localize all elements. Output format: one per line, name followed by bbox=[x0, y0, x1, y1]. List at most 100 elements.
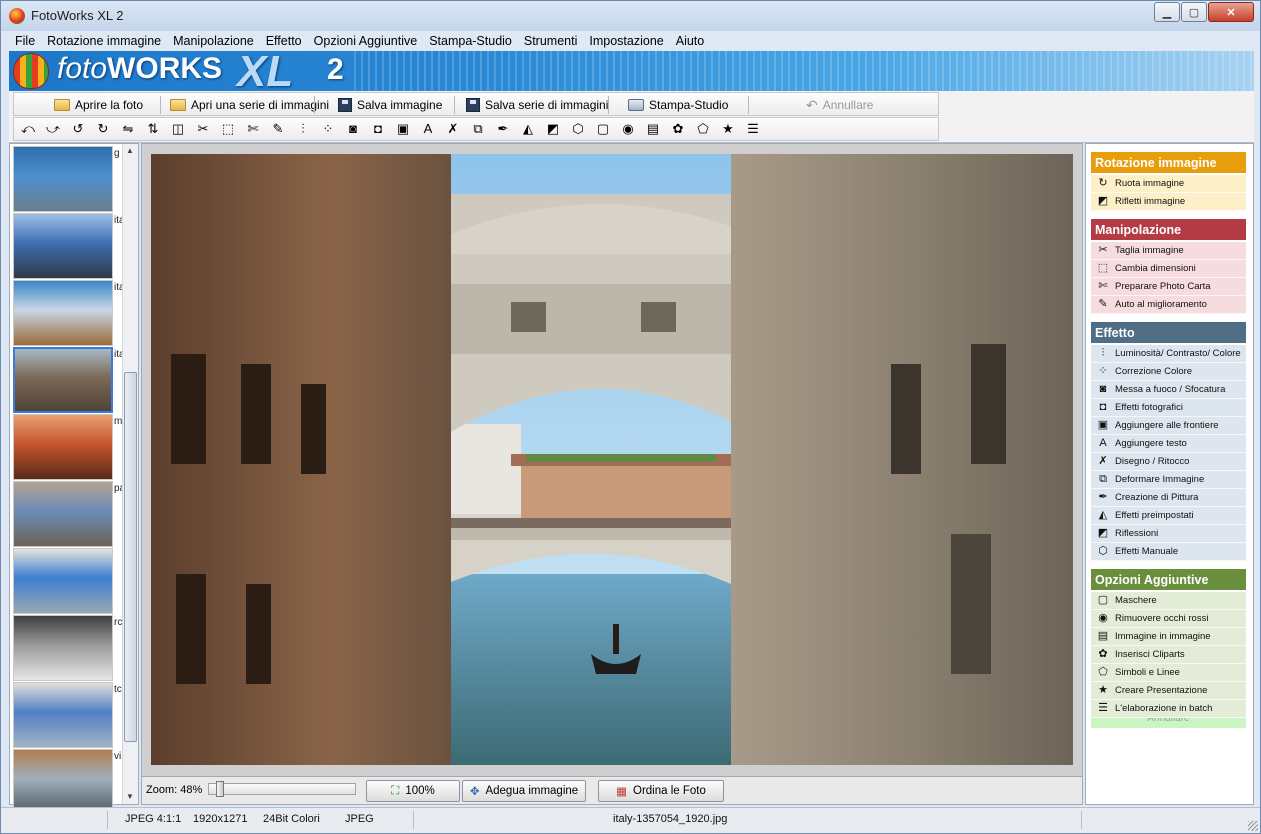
panel-item[interactable]: ◙ Messa a fuoco / Sfocatura bbox=[1091, 381, 1246, 399]
manual-effects-icon[interactable]: ⬡ bbox=[570, 121, 586, 137]
panel-item[interactable]: ⬡ Effetti Manuale bbox=[1091, 543, 1246, 561]
panel-item[interactable]: ⫶ Luminosità/ Contrasto/ Colore bbox=[1091, 345, 1246, 363]
frame-icon[interactable]: ▣ bbox=[395, 121, 411, 137]
panel-item[interactable]: ⬠ Simboli e Linee bbox=[1091, 664, 1246, 682]
draw-icon[interactable]: ✗ bbox=[445, 121, 461, 137]
fit-image-button[interactable]: ✥ Adegua immagine bbox=[462, 780, 586, 802]
picture-in-picture-icon[interactable]: ▤ bbox=[645, 121, 661, 137]
menu-aiuto[interactable]: Aiuto bbox=[670, 31, 711, 51]
section-header[interactable]: Effetto bbox=[1091, 322, 1246, 343]
menu-stampa[interactable]: Stampa-Studio bbox=[423, 31, 518, 51]
minimize-button[interactable]: ▁ bbox=[1154, 2, 1180, 22]
menu-rotazione[interactable]: Rotazione immagine bbox=[41, 31, 167, 51]
panel-item[interactable]: ✂ Taglia immagine bbox=[1091, 242, 1246, 260]
zoom-slider[interactable] bbox=[208, 781, 356, 797]
mask-icon[interactable]: ▢ bbox=[595, 121, 611, 137]
scroll-down-icon[interactable]: ▼ bbox=[126, 792, 134, 801]
red-eye-icon[interactable]: ◉ bbox=[620, 121, 636, 137]
photo-canvas[interactable] bbox=[151, 154, 1073, 765]
star-icon[interactable]: ★ bbox=[720, 121, 736, 137]
panel-item[interactable]: ◘ Effetti fotografici bbox=[1091, 399, 1246, 417]
camera-icon[interactable]: ◘ bbox=[370, 121, 386, 137]
thumbnail[interactable] bbox=[13, 682, 113, 748]
focus-icon[interactable]: ◙ bbox=[345, 121, 361, 137]
flip-horizontal-icon[interactable]: ⇋ bbox=[120, 121, 136, 137]
resize-grip-icon[interactable] bbox=[1248, 821, 1258, 831]
scissors-icon[interactable]: ✂ bbox=[195, 121, 211, 137]
thumbnail[interactable] bbox=[13, 280, 113, 346]
maximize-button[interactable]: ▢ bbox=[1181, 2, 1207, 22]
panel-item[interactable]: ✎ Auto al miglioramento bbox=[1091, 296, 1246, 314]
panel-item[interactable]: ⁘ Correzione Colore bbox=[1091, 363, 1246, 381]
save-image-button[interactable]: Salva immagine bbox=[338, 96, 442, 114]
menu-effetto[interactable]: Effetto bbox=[260, 31, 308, 51]
crop-photo-icon[interactable]: ✄ bbox=[245, 121, 261, 137]
section-header[interactable]: Manipolazione bbox=[1091, 219, 1246, 240]
deform-icon[interactable]: ⧉ bbox=[470, 121, 486, 137]
panel-item[interactable]: ⧉ Deformare Immagine bbox=[1091, 471, 1246, 489]
panel-item[interactable]: ✄ Preparare Photo Carta bbox=[1091, 278, 1246, 296]
thumbnail[interactable] bbox=[13, 146, 113, 212]
paint-icon[interactable]: ✒ bbox=[495, 121, 511, 137]
magic-wand-icon[interactable]: ✎ bbox=[270, 121, 286, 137]
panel-item[interactable]: ⬚ Cambia dimensioni bbox=[1091, 260, 1246, 278]
color-dots-icon[interactable]: ⁘ bbox=[320, 121, 336, 137]
menu-impostazione[interactable]: Impostazione bbox=[583, 31, 669, 51]
thumbnail[interactable] bbox=[13, 347, 113, 413]
panel-item[interactable]: ✗ Disegno / Ritocco bbox=[1091, 453, 1246, 471]
thumbnail[interactable] bbox=[13, 749, 113, 815]
resize-icon[interactable]: ⬚ bbox=[220, 121, 236, 137]
thumbnail[interactable] bbox=[13, 213, 113, 279]
zoom-slider-handle[interactable] bbox=[216, 781, 224, 797]
symbols-icon[interactable]: ⬠ bbox=[695, 121, 711, 137]
panel-item[interactable]: ✒ Creazione di Pittura bbox=[1091, 489, 1246, 507]
thumbnail[interactable] bbox=[13, 615, 113, 681]
mirror-icon[interactable]: ◫ bbox=[170, 121, 186, 137]
open-photo-button[interactable]: Aprire la foto bbox=[54, 96, 143, 114]
rotate-ccw-icon[interactable]: ↺ bbox=[70, 121, 86, 137]
zoom-100-button[interactable]: ⛶ 100% bbox=[366, 780, 460, 802]
levels-icon[interactable]: ⫶ bbox=[295, 121, 311, 137]
open-series-button[interactable]: Apri una serie di immagini bbox=[170, 96, 329, 114]
panel-item[interactable]: ✿ Inserisci Cliparts bbox=[1091, 646, 1246, 664]
flip-vertical-icon[interactable]: ⇅ bbox=[145, 121, 161, 137]
app-window: FotoWorks XL 2 ▁ ▢ ✕ File Rotazione imma… bbox=[0, 0, 1261, 834]
section-header[interactable]: Opzioni Aggiuntive bbox=[1091, 569, 1246, 590]
panel-item[interactable]: ◩ Rifletti immagine bbox=[1091, 193, 1246, 211]
rotate-cw-icon[interactable]: ↻ bbox=[95, 121, 111, 137]
close-button[interactable]: ✕ bbox=[1208, 2, 1254, 22]
panel-item[interactable]: ◩ Riflessioni bbox=[1091, 525, 1246, 543]
thumbnail[interactable] bbox=[13, 414, 113, 480]
batch-icon[interactable]: ☰ bbox=[745, 121, 761, 137]
rotate-left-icon[interactable]: ⤺ bbox=[20, 121, 36, 137]
reflection-icon[interactable]: ◩ bbox=[545, 121, 561, 137]
undo-button[interactable]: ↶ Annullare bbox=[806, 96, 873, 114]
panel-item[interactable]: ◉ Rimuovere occhi rossi bbox=[1091, 610, 1246, 628]
panel-item[interactable]: ▤ Immagine in immagine bbox=[1091, 628, 1246, 646]
panel-item[interactable]: ▢ Maschere bbox=[1091, 592, 1246, 610]
panel-item[interactable]: ☰ L'elaborazione in batch bbox=[1091, 700, 1246, 718]
panel-item[interactable]: ↻ Ruota immagine bbox=[1091, 175, 1246, 193]
panel-item[interactable]: ★ Creare Presentazione bbox=[1091, 682, 1246, 700]
brand-xl: XL bbox=[237, 51, 294, 91]
presets-icon[interactable]: ◭ bbox=[520, 121, 536, 137]
scrollbar-thumb[interactable] bbox=[124, 372, 137, 742]
scroll-up-icon[interactable]: ▲ bbox=[126, 146, 134, 155]
menu-manipolazione[interactable]: Manipolazione bbox=[167, 31, 260, 51]
menu-file[interactable]: File bbox=[9, 31, 41, 51]
text-icon[interactable]: A bbox=[420, 121, 436, 137]
panel-item[interactable]: ▣ Aggiungere alle frontiere bbox=[1091, 417, 1246, 435]
section-header[interactable]: Rotazione immagine bbox=[1091, 152, 1246, 173]
print-studio-button[interactable]: Stampa-Studio bbox=[628, 96, 728, 114]
menu-strumenti[interactable]: Strumenti bbox=[518, 31, 584, 51]
thumbnail[interactable] bbox=[13, 481, 113, 547]
sort-photos-button[interactable]: ▦ Ordina le Foto bbox=[598, 780, 724, 802]
clipart-icon[interactable]: ✿ bbox=[670, 121, 686, 137]
menu-opzioni[interactable]: Opzioni Aggiuntive bbox=[308, 31, 424, 51]
panel-item[interactable]: ◭ Effetti preimpostati bbox=[1091, 507, 1246, 525]
panel-item[interactable]: A Aggiungere testo bbox=[1091, 435, 1246, 453]
thumbnail-scrollbar[interactable]: ▲ ▼ bbox=[122, 144, 138, 804]
thumbnail[interactable] bbox=[13, 548, 113, 614]
save-series-button[interactable]: Salva serie di immagini bbox=[466, 96, 608, 114]
rotate-right-icon[interactable]: ⤻ bbox=[45, 121, 61, 137]
